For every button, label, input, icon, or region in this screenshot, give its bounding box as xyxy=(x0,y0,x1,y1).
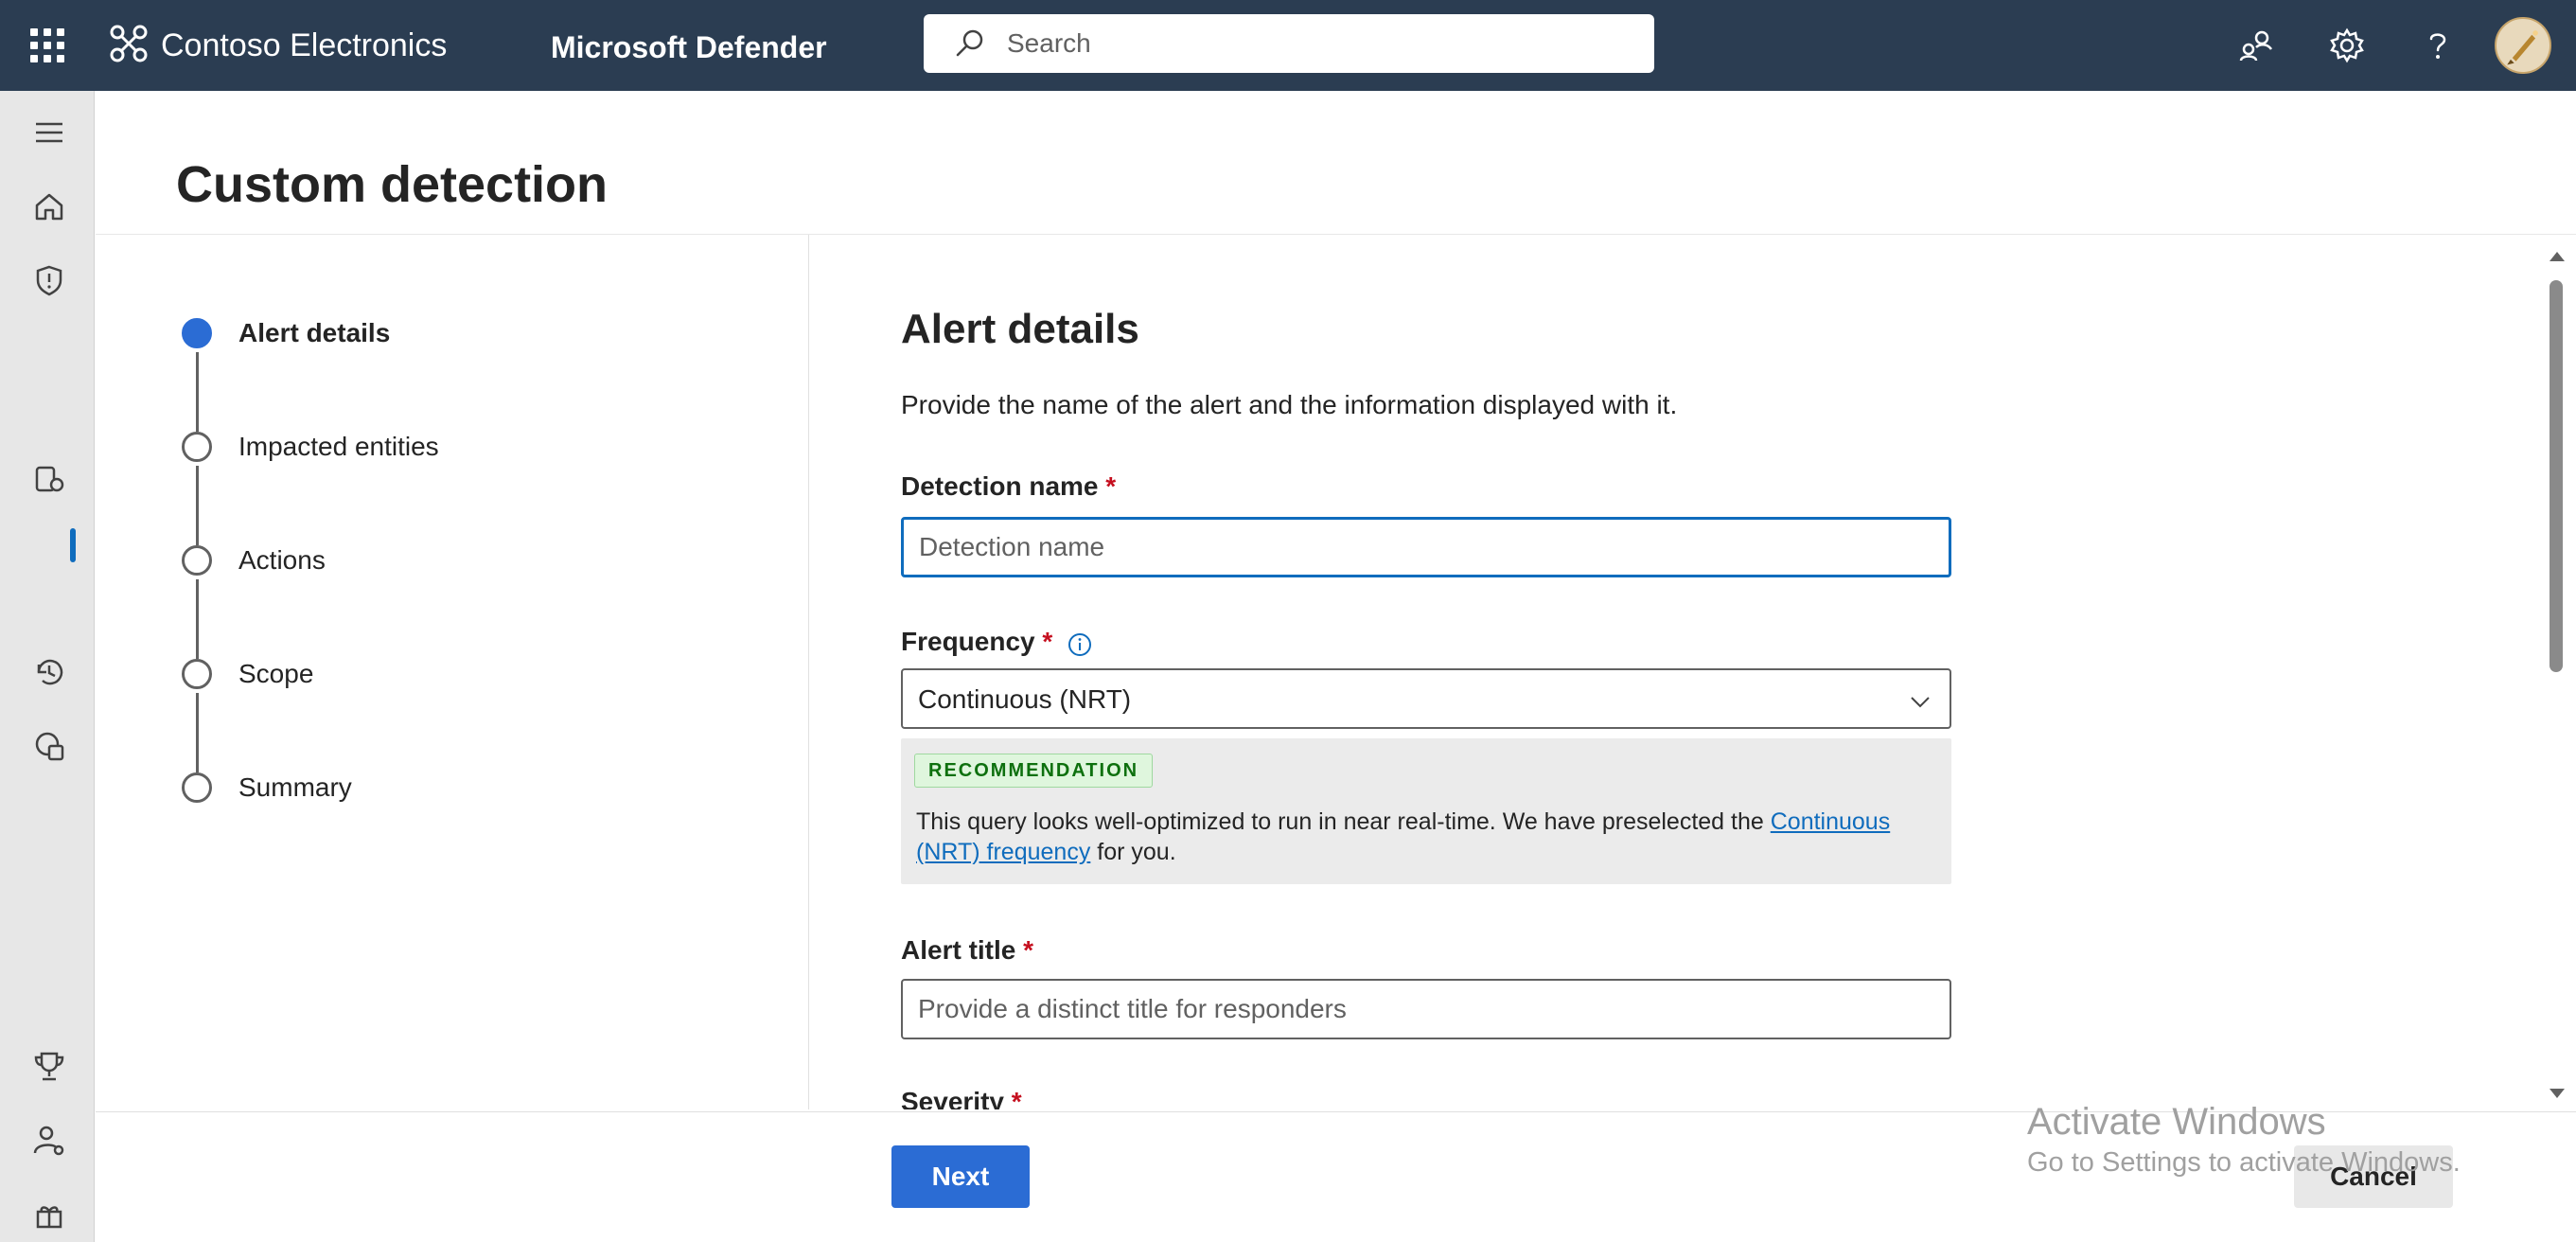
search-icon xyxy=(956,29,983,57)
alert-title-label-text: Alert title xyxy=(901,935,1016,965)
frequency-label: Frequency * xyxy=(901,625,1052,659)
product-name[interactable]: Microsoft Defender xyxy=(551,27,827,68)
step-actions[interactable]: Actions xyxy=(180,541,672,579)
user-settings-icon[interactable] xyxy=(30,1121,68,1159)
step-impacted-entities[interactable]: Impacted entities xyxy=(180,428,672,466)
detection-name-input[interactable] xyxy=(901,517,1951,577)
alert-title-label: Alert title * xyxy=(901,933,1033,967)
help-icon[interactable] xyxy=(2415,23,2461,68)
required-marker: * xyxy=(1105,471,1117,501)
left-nav-rail xyxy=(0,91,95,1242)
pane-divider xyxy=(808,235,809,1109)
frequency-label-text: Frequency xyxy=(901,627,1035,656)
shield-icon[interactable] xyxy=(30,261,68,299)
step-connector xyxy=(196,693,199,772)
info-icon[interactable] xyxy=(1066,630,1094,659)
recommendation-text-after: for you. xyxy=(1090,839,1176,865)
app-launcher-icon[interactable] xyxy=(26,25,68,66)
detection-name-label: Detection name * xyxy=(901,470,1116,504)
step-connector xyxy=(196,466,199,545)
gear-icon[interactable] xyxy=(2324,23,2370,68)
frequency-selected-value: Continuous (NRT) xyxy=(918,684,1132,714)
frequency-dropdown[interactable]: Continuous (NRT) xyxy=(901,668,1951,729)
avatar-image xyxy=(2507,30,2538,65)
form-content: Alert details Provide the name of the al… xyxy=(901,235,2510,1109)
recommendation-text: This query looks well-optimized to run i… xyxy=(916,807,1938,867)
home-icon[interactable] xyxy=(30,187,68,225)
step-pending-indicator xyxy=(182,772,212,803)
brand-icon xyxy=(110,25,148,62)
step-label: Alert details xyxy=(238,318,391,347)
recommendation-text-before: This query looks well-optimized to run i… xyxy=(916,808,1771,835)
community-icon[interactable] xyxy=(2233,23,2279,68)
activation-watermark-subtitle: Go to Settings to activate Windows. xyxy=(2027,1147,2461,1178)
history-icon[interactable] xyxy=(30,653,68,691)
org-name[interactable]: Contoso Electronics xyxy=(161,25,447,66)
required-marker: * xyxy=(1042,627,1053,656)
policy-icon[interactable] xyxy=(30,727,68,765)
step-label: Actions xyxy=(238,545,326,575)
alert-title-input[interactable] xyxy=(901,979,1951,1039)
step-connector xyxy=(196,352,199,432)
activation-watermark-title: Activate Windows xyxy=(2027,1101,2326,1143)
content-scrollbar[interactable] xyxy=(2542,242,2570,1104)
required-marker: * xyxy=(1023,935,1034,965)
step-pending-indicator xyxy=(182,659,212,689)
severity-label-text: Severity xyxy=(901,1087,1004,1109)
page-title: Custom detection xyxy=(176,156,609,213)
step-connector xyxy=(196,579,199,659)
step-pending-indicator xyxy=(182,432,212,462)
required-marker: * xyxy=(1011,1087,1022,1109)
hamburger-icon[interactable] xyxy=(30,114,68,151)
top-bar: Contoso Electronics Microsoft Defender S… xyxy=(0,0,2576,91)
scroll-up-arrow[interactable] xyxy=(2550,252,2565,261)
section-title: Alert details xyxy=(901,306,1139,352)
search-box[interactable]: Search xyxy=(924,14,1654,73)
severity-label: Severity * xyxy=(901,1085,1022,1109)
step-pending-indicator xyxy=(182,545,212,576)
rail-selection-indicator xyxy=(70,528,76,562)
step-label: Scope xyxy=(238,659,314,688)
trophy-icon[interactable] xyxy=(30,1047,68,1085)
customize-icon[interactable] xyxy=(30,1195,68,1233)
step-label: Impacted entities xyxy=(238,432,439,461)
step-label: Summary xyxy=(238,772,352,802)
step-alert-details[interactable]: Alert details xyxy=(180,314,672,352)
scroll-thumb[interactable] xyxy=(2550,280,2563,672)
chevron-down-icon xyxy=(1911,697,1930,708)
step-summary[interactable]: Summary xyxy=(180,769,672,807)
step-scope[interactable]: Scope xyxy=(180,655,672,693)
scroll-down-arrow[interactable] xyxy=(2550,1089,2565,1098)
device-icon[interactable] xyxy=(30,460,68,498)
next-button[interactable]: Next xyxy=(891,1145,1030,1208)
detection-name-label-text: Detection name xyxy=(901,471,1099,501)
avatar[interactable] xyxy=(2495,17,2551,74)
step-current-indicator xyxy=(182,318,212,348)
recommendation-box: RECOMMENDATION This query looks well-opt… xyxy=(901,738,1951,884)
search-input[interactable]: Search xyxy=(1007,27,1091,60)
section-description: Provide the name of the alert and the in… xyxy=(901,390,1678,419)
recommendation-badge: RECOMMENDATION xyxy=(914,754,1154,788)
